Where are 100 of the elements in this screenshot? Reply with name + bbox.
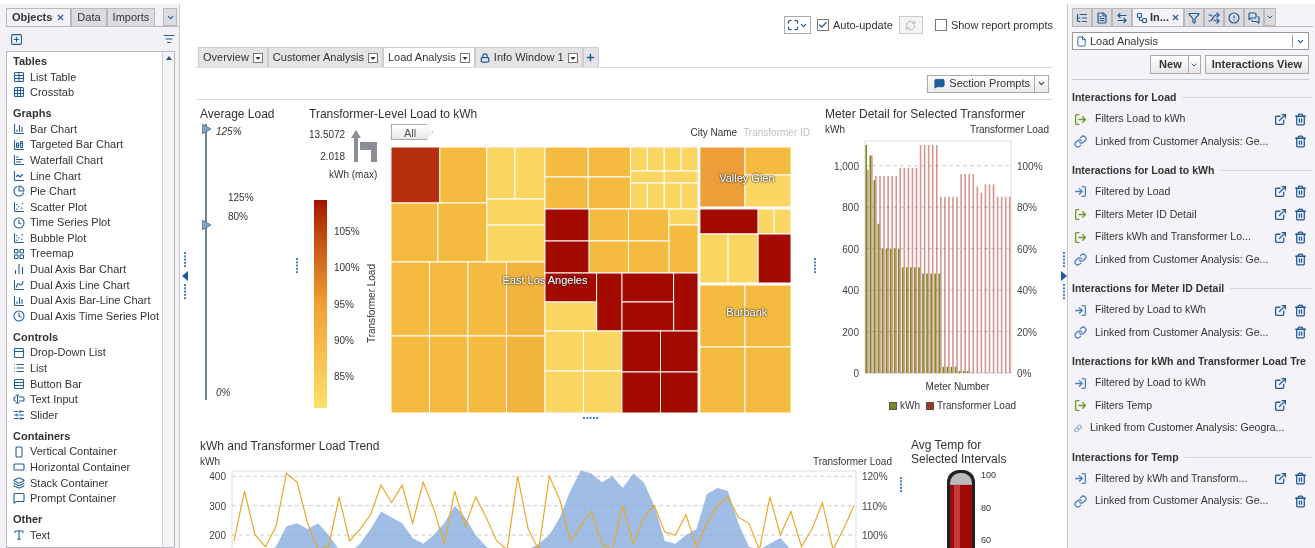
object-item[interactable]: Stack Container (13, 475, 162, 491)
interaction-row[interactable]: Filters Temp (1072, 394, 1313, 417)
report-tab[interactable]: Info Window 1 (474, 47, 583, 67)
bar[interactable] (923, 145, 926, 373)
new-object-icon[interactable] (10, 32, 23, 46)
panel-tab[interactable] (1243, 8, 1264, 26)
panel-tab[interactable] (1203, 8, 1224, 26)
slider-thumb[interactable] (202, 219, 211, 230)
delete-icon[interactable] (1293, 326, 1307, 340)
interaction-row[interactable]: Linked from Customer Analysis: Ge... (1072, 248, 1313, 272)
fit-button[interactable] (783, 16, 811, 34)
panel-tab[interactable]: Imports (106, 8, 156, 26)
object-item[interactable]: Text Input (13, 391, 162, 408)
object-item[interactable]: Bar Chart (13, 121, 162, 137)
interaction-row[interactable]: Filtered by Load to kWh (1072, 371, 1313, 395)
section-prompts-button[interactable]: Section Prompts (927, 74, 1049, 93)
object-item[interactable]: Line Chart (13, 167, 162, 184)
bar[interactable] (992, 184, 995, 373)
report-dropdown[interactable]: Load Analysis (1072, 32, 1309, 50)
delete-icon[interactable] (1293, 494, 1307, 508)
panel-tab[interactable] (1223, 8, 1244, 26)
box-arrow-icon[interactable] (1273, 376, 1287, 390)
slider-thumb[interactable] (202, 124, 211, 134)
show-prompts-checkbox[interactable]: Show report prompts (934, 16, 1053, 34)
delete-icon[interactable] (1293, 112, 1307, 126)
hierarchy-level[interactable]: City Name (690, 124, 738, 140)
close-icon[interactable] (56, 13, 66, 22)
bar[interactable] (903, 167, 906, 373)
box-arrow-icon[interactable] (1273, 472, 1287, 486)
bar[interactable] (907, 167, 910, 373)
object-item[interactable]: Crosstab (13, 84, 162, 101)
bar[interactable] (895, 176, 898, 373)
object-item[interactable]: Slider (13, 407, 162, 423)
bar[interactable] (893, 248, 896, 373)
bar[interactable] (897, 248, 900, 373)
resize-handle-icon[interactable] (183, 252, 187, 268)
resize-handle-icon[interactable] (296, 258, 299, 274)
tab-menu-icon[interactable] (367, 52, 378, 63)
delete-icon[interactable] (1293, 185, 1307, 199)
box-arrow-icon[interactable] (1273, 112, 1287, 126)
bar[interactable] (988, 184, 991, 373)
delete-icon[interactable] (1293, 472, 1307, 486)
bar[interactable] (911, 167, 914, 373)
bar[interactable] (958, 370, 961, 373)
interaction-row[interactable]: Filters Load to kWh (1072, 107, 1313, 131)
bar[interactable] (935, 145, 938, 373)
bar[interactable] (901, 267, 904, 373)
interaction-row[interactable]: Filters kWh and Transformer Lo... (1072, 225, 1313, 249)
delete-icon[interactable] (1293, 230, 1307, 244)
breadcrumb-button[interactable]: All (391, 124, 434, 140)
interaction-row[interactable]: Linked from Customer Analysis: Ge... (1072, 130, 1313, 153)
bar[interactable] (1004, 196, 1007, 373)
bar[interactable] (885, 248, 888, 373)
bar[interactable] (919, 145, 922, 373)
bar[interactable] (976, 186, 979, 373)
interaction-row[interactable]: Filtered by Load (1072, 180, 1313, 204)
panel-tab[interactable] (1092, 8, 1112, 26)
object-item[interactable]: Pie Chart (13, 183, 162, 200)
close-icon[interactable] (1170, 13, 1180, 22)
bar[interactable] (966, 370, 969, 373)
resize-handle-icon[interactable] (900, 477, 903, 493)
interaction-row[interactable]: Filtered by Load to kWh (1072, 298, 1313, 322)
resize-handle-icon[interactable] (183, 284, 187, 300)
object-item[interactable]: Vertical Container (13, 443, 162, 460)
bar[interactable] (962, 370, 965, 373)
delete-icon[interactable] (1293, 135, 1307, 149)
report-tab[interactable]: Customer Analysis (267, 47, 383, 67)
box-arrow-icon[interactable] (1273, 230, 1287, 244)
resize-handle-icon[interactable] (1062, 252, 1066, 268)
panel-tab[interactable]: Data (71, 8, 107, 26)
object-item[interactable]: Button Bar (13, 376, 162, 392)
interactions-view-button[interactable]: Interactions View (1204, 55, 1309, 74)
box-arrow-icon[interactable] (1273, 208, 1287, 222)
report-tab[interactable]: Load Analysis (382, 47, 475, 67)
object-item[interactable]: Targeted Bar Chart (13, 136, 162, 153)
panel-tab[interactable]: Objects (6, 8, 72, 26)
object-item[interactable]: Scatter Plot (13, 199, 162, 215)
panel-tab[interactable] (1072, 8, 1092, 26)
menu-button[interactable] (163, 8, 177, 26)
bar[interactable] (968, 174, 971, 373)
object-item[interactable]: Prompt Container (13, 490, 162, 507)
panel-tab[interactable] (1112, 8, 1132, 26)
bar[interactable] (899, 167, 902, 373)
bar[interactable] (938, 273, 941, 373)
interaction-row[interactable]: Linked from Customer Analysis: Ge... (1072, 321, 1313, 344)
box-arrow-icon[interactable] (1273, 303, 1287, 317)
object-item[interactable]: List Table (13, 69, 162, 85)
object-item[interactable]: Text (13, 527, 162, 543)
panel-tab[interactable]: In... (1132, 8, 1184, 26)
bar[interactable] (996, 196, 999, 373)
bar[interactable] (889, 248, 892, 373)
object-item[interactable]: Dual Axis Line Chart (13, 277, 162, 293)
collapse-arrow-icon[interactable] (1061, 271, 1067, 281)
auto-update-checkbox[interactable]: Auto-update (816, 16, 893, 34)
bar[interactable] (1008, 196, 1011, 373)
interaction-row[interactable]: Linked from Customer Analysis: Ge... (1072, 489, 1313, 513)
box-arrow-icon[interactable] (1273, 399, 1287, 413)
bar[interactable] (1000, 196, 1003, 373)
bar[interactable] (873, 180, 876, 373)
interaction-row[interactable]: Filtered by kWh and Transform... (1072, 467, 1313, 490)
